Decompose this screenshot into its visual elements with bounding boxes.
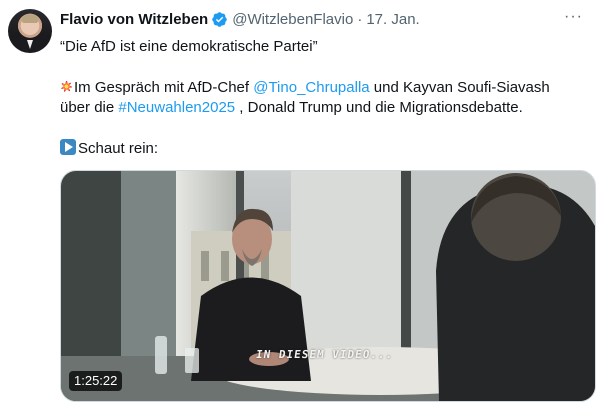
verified-badge-icon — [212, 11, 227, 27]
avatar-collar — [27, 40, 33, 49]
separator-dot: · — [357, 10, 363, 28]
tweet: Flavio von Witzleben @WitzlebenFlavio · … — [0, 0, 600, 413]
tweet-paragraph-line-1: Im Gespräch mit AfD-Chef @Tino_Chrupalla… — [60, 78, 590, 98]
paragraph-text-1b: und Kayvan Soufi-Siavash — [369, 79, 550, 96]
tweet-cta-line: Schaut rein: — [60, 139, 590, 159]
paragraph-text-1a: Im Gespräch mit AfD-Chef — [74, 79, 254, 96]
video-player[interactable]: IN DIESEM VIDEO... 1:25:22 — [60, 170, 596, 402]
author-handle[interactable]: @WitzlebenFlavio — [232, 11, 353, 28]
video-duration-badge: 1:25:22 — [69, 371, 123, 391]
tweet-paragraph-line-2: über die #Neuwahlen2025 , Donald Trump u… — [60, 98, 590, 118]
collision-emoji-icon — [60, 80, 73, 93]
tweet-date[interactable]: 17. Jan. — [366, 11, 419, 28]
tweet-header: Flavio von Witzleben @WitzlebenFlavio · … — [60, 9, 420, 29]
tweet-quote-line: “Die AfD ist eine demokratische Partei” — [60, 37, 590, 57]
more-options-button[interactable]: ··· — [564, 8, 583, 26]
avatar-hair — [22, 15, 38, 23]
paragraph-text-2a: über die — [60, 99, 119, 116]
author-name[interactable]: Flavio von Witzleben — [60, 11, 208, 28]
video-overlay-text: IN DIESEM VIDEO... — [255, 348, 395, 361]
mention-link[interactable]: @Tino_Chrupalla — [253, 79, 369, 96]
avatar[interactable] — [8, 9, 52, 53]
hashtag-link[interactable]: #Neuwahlen2025 — [118, 99, 235, 116]
paragraph-text-2b: , Donald Trump und die Migrationsdebatte… — [235, 99, 523, 116]
cta-text: Schaut rein: — [78, 140, 159, 157]
more-horizontal-icon: ··· — [564, 8, 583, 25]
quote-text: “Die AfD ist eine demokratische Partei” — [60, 38, 318, 55]
play-button-emoji-icon — [60, 139, 76, 155]
video-thumbnail — [61, 171, 595, 401]
